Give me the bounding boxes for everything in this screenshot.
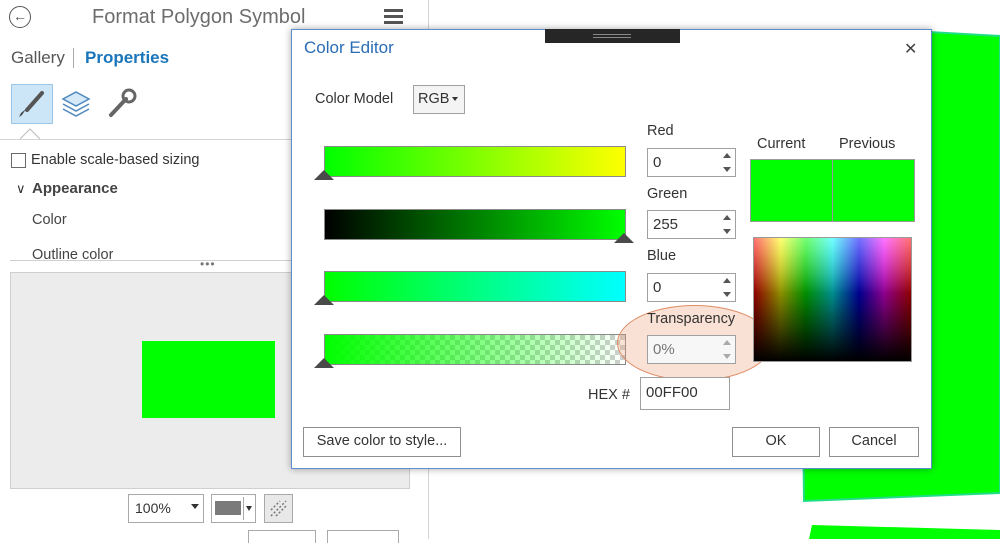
spin-up-icon[interactable] bbox=[723, 278, 731, 283]
blue-input[interactable]: 0 bbox=[647, 273, 736, 302]
chevron-down-icon bbox=[452, 97, 458, 101]
transparency-value: 0% bbox=[653, 341, 675, 358]
grid-toggle-icon bbox=[270, 500, 287, 517]
enable-scale-label: Enable scale-based sizing bbox=[31, 152, 200, 168]
transparency-slider-track[interactable] bbox=[324, 334, 626, 365]
transparency-label: Transparency bbox=[647, 311, 736, 327]
green-value: 255 bbox=[653, 216, 679, 233]
blue-slider-thumb[interactable] bbox=[314, 295, 334, 305]
symbol-tab-button[interactable] bbox=[11, 84, 53, 124]
cancel-button[interactable]: Cancel bbox=[829, 427, 919, 457]
color-model-select[interactable]: RGB bbox=[413, 85, 465, 114]
pane-title: Format Polygon Symbol bbox=[92, 6, 306, 28]
selected-tab-caret bbox=[20, 128, 40, 140]
red-slider-thumb[interactable] bbox=[314, 170, 334, 180]
layers-tab-button[interactable] bbox=[56, 84, 96, 122]
close-icon[interactable]: ✕ bbox=[904, 39, 917, 59]
spin-down-icon[interactable] bbox=[723, 292, 731, 297]
blue-value: 0 bbox=[653, 279, 662, 296]
current-color-label: Current bbox=[757, 136, 806, 152]
zoom-value: 100% bbox=[135, 500, 171, 516]
tab-divider bbox=[73, 48, 74, 68]
preview-background-button[interactable] bbox=[211, 494, 256, 523]
map-polygon[interactable] bbox=[809, 525, 1000, 539]
cancel-pane-button[interactable] bbox=[327, 530, 399, 543]
tab-properties[interactable]: Properties bbox=[85, 48, 169, 68]
previous-color-label: Previous bbox=[839, 136, 896, 152]
color-spectrum-picker[interactable] bbox=[753, 237, 912, 362]
hamburger-menu-icon[interactable] bbox=[384, 9, 403, 25]
blue-slider-track[interactable] bbox=[324, 271, 626, 302]
layers-icon bbox=[61, 91, 91, 117]
previous-color-swatch[interactable] bbox=[832, 159, 915, 222]
dialog-drag-handle[interactable] bbox=[545, 29, 680, 43]
spin-down-icon[interactable] bbox=[723, 229, 731, 234]
red-label: Red bbox=[647, 123, 674, 139]
spin-down-icon[interactable] bbox=[723, 354, 731, 359]
blue-label: Blue bbox=[647, 248, 677, 264]
color-model-value: RGB bbox=[418, 91, 450, 107]
chevron-down-icon bbox=[246, 506, 252, 511]
properties-tab-button[interactable] bbox=[101, 84, 141, 122]
spin-up-icon[interactable] bbox=[723, 340, 731, 345]
transparency-input[interactable]: 0% bbox=[647, 335, 736, 364]
apply-button[interactable] bbox=[248, 530, 316, 543]
red-input[interactable]: 0 bbox=[647, 148, 736, 177]
preview-grid-toggle[interactable] bbox=[264, 494, 293, 523]
color-model-label: Color Model bbox=[315, 91, 394, 107]
wrench-icon bbox=[109, 88, 137, 117]
green-input[interactable]: 255 bbox=[647, 210, 736, 239]
paintbrush-icon bbox=[19, 91, 44, 117]
save-color-to-style-button[interactable]: Save color to style... bbox=[303, 427, 461, 457]
back-arrow-icon[interactable]: ← bbox=[9, 6, 31, 28]
red-slider-track[interactable] bbox=[324, 146, 626, 177]
hex-input[interactable]: 00FF00 bbox=[640, 377, 730, 410]
preview-zoom-select[interactable]: 100% bbox=[128, 494, 204, 523]
ok-button[interactable]: OK bbox=[732, 427, 820, 457]
green-slider-track[interactable] bbox=[324, 209, 626, 240]
chevron-down-icon bbox=[191, 504, 199, 509]
color-editor-dialog: Color Editor ✕ Color Model RGB Red 0 Gre… bbox=[291, 29, 932, 469]
green-slider-thumb[interactable] bbox=[614, 233, 634, 243]
background-swatch bbox=[215, 501, 241, 515]
chevron-down-icon[interactable]: ∨ bbox=[16, 181, 26, 197]
tab-gallery[interactable]: Gallery bbox=[11, 48, 65, 68]
dialog-title: Color Editor bbox=[304, 38, 394, 57]
preview-polygon bbox=[142, 341, 275, 418]
splitter-grip-icon[interactable]: ••• bbox=[200, 257, 216, 271]
hex-value: 00FF00 bbox=[646, 384, 698, 401]
spin-down-icon[interactable] bbox=[723, 167, 731, 172]
hex-label: HEX # bbox=[588, 387, 630, 403]
current-color-swatch bbox=[750, 159, 833, 222]
appearance-section-header[interactable]: Appearance bbox=[32, 180, 118, 197]
spin-up-icon[interactable] bbox=[723, 153, 731, 158]
red-value: 0 bbox=[653, 154, 662, 171]
color-property-label: Color bbox=[32, 212, 67, 228]
transparency-slider-thumb[interactable] bbox=[314, 358, 334, 368]
outline-color-label: Outline color bbox=[32, 247, 114, 259]
enable-scale-checkbox[interactable] bbox=[11, 153, 26, 168]
spin-up-icon[interactable] bbox=[723, 215, 731, 220]
green-label: Green bbox=[647, 186, 688, 202]
